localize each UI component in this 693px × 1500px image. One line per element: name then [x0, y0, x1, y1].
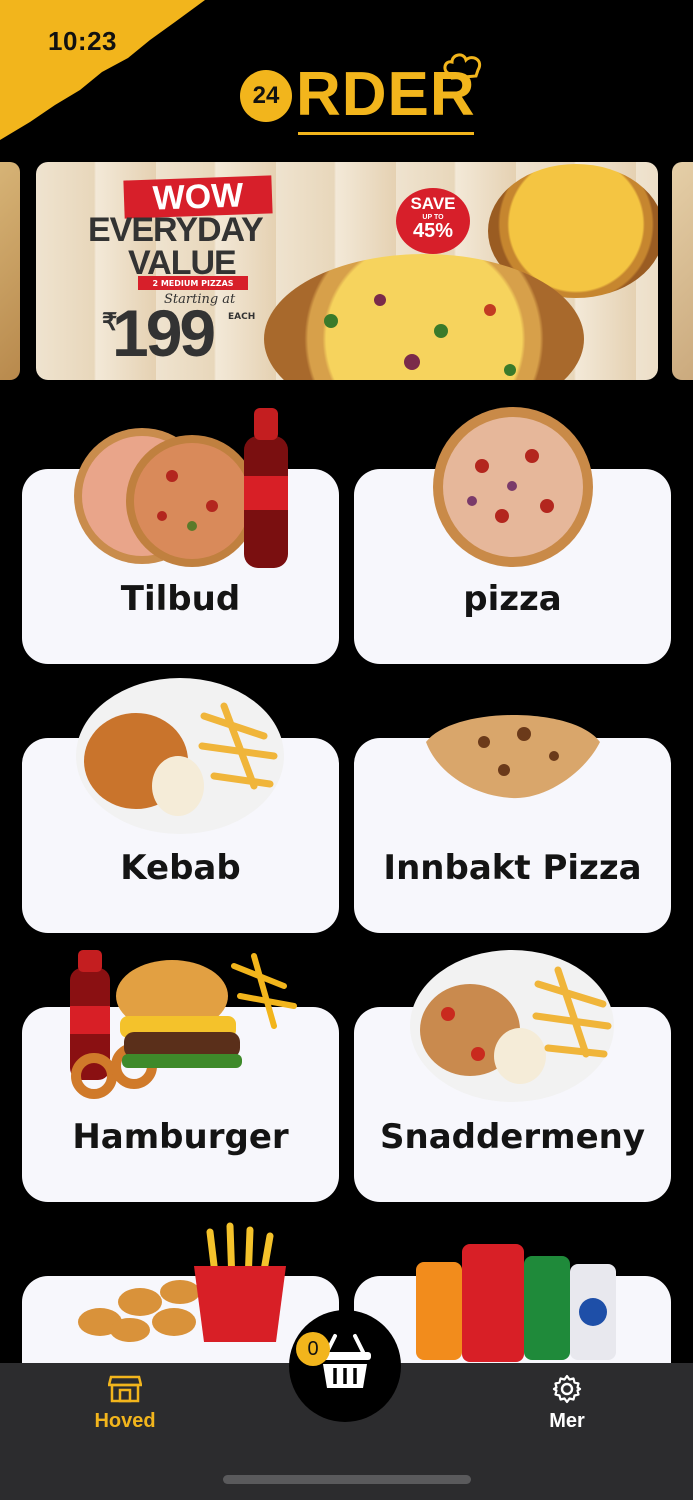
category-label: Tilbud	[120, 579, 241, 619]
category-label: pizza	[463, 579, 562, 619]
status-bar-accent	[0, 0, 205, 140]
category-image-innbakt-pizza	[424, 712, 602, 802]
banner-line1: EVERYDAY	[88, 211, 264, 249]
status-bar: 10:23	[0, 0, 210, 150]
basket-icon	[319, 1334, 371, 1388]
cart-count-badge: 0	[296, 1332, 330, 1366]
promo-banner[interactable]: WOW EVERYDAY VALUE 2 MEDIUM PIZZAS Start…	[36, 162, 658, 380]
category-image-snaddermeny	[408, 944, 616, 1104]
banner-next-slide[interactable]	[672, 162, 693, 380]
category-label: Hamburger	[72, 1117, 289, 1157]
chef-hat-icon	[443, 53, 481, 80]
banner-unit: EACH	[228, 312, 256, 322]
nav-more-label: Mer	[549, 1410, 585, 1432]
category-image-hamburger	[64, 946, 300, 1104]
nav-home-label: Hoved	[94, 1410, 156, 1432]
category-image-tilbud	[72, 406, 297, 571]
banner-save-badge: SAVE UP TO 45%	[396, 188, 470, 254]
store-icon	[108, 1375, 142, 1403]
save-percent: 45%	[412, 220, 454, 242]
category-label: Snaddermeny	[380, 1117, 645, 1157]
category-label: Innbakt Pizza	[383, 848, 642, 888]
app-logo: 24 RDER	[236, 52, 486, 138]
logo-underline	[298, 132, 474, 135]
cart-button[interactable]	[289, 1310, 401, 1422]
category-image-pizza	[432, 406, 594, 568]
nav-more-tab[interactable]: Mer	[507, 1374, 627, 1433]
logo-badge-text: 24	[252, 82, 280, 109]
category-image-kebab	[74, 676, 286, 838]
category-label: Kebab	[120, 848, 241, 888]
gear-icon	[552, 1374, 582, 1404]
nav-home-tab[interactable]: Hoved	[65, 1374, 185, 1433]
category-image-nuggets	[70, 1222, 294, 1342]
category-image-drinks	[414, 1242, 618, 1362]
status-time: 10:23	[48, 26, 117, 56]
banner-previous-slide[interactable]	[0, 162, 20, 380]
save-label: SAVE	[410, 194, 456, 213]
banner-subline: 2 MEDIUM PIZZAS	[138, 276, 248, 290]
banner-price: 199	[112, 296, 216, 370]
home-indicator	[223, 1475, 471, 1484]
